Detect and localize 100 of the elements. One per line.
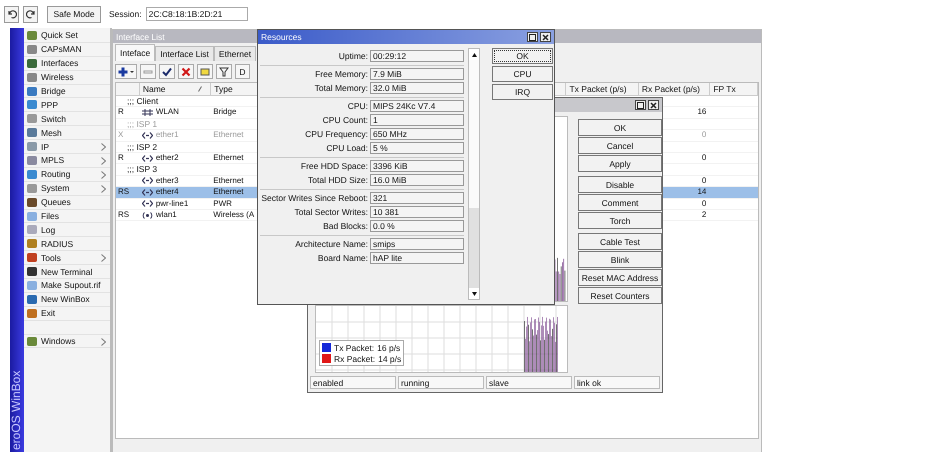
safe-mode-button[interactable]: Safe Mode <box>47 6 101 22</box>
field-label: Total Memory: <box>314 83 368 93</box>
dialog-button[interactable]: CPU <box>492 66 553 82</box>
value-field: 16.0 MiB <box>370 174 464 186</box>
sidebar-item[interactable]: System <box>24 182 110 196</box>
action-button[interactable]: Comment <box>578 194 662 211</box>
sidebar-item[interactable]: PPP <box>24 98 110 112</box>
column-header[interactable]: Name <box>140 83 212 95</box>
value-field: 321 <box>370 192 464 204</box>
legend-value: 16 p/s <box>377 342 400 352</box>
field-label: Board Name: <box>316 253 368 263</box>
scrollbar[interactable] <box>468 48 480 300</box>
tab[interactable]: Interface List <box>155 46 214 61</box>
action-button[interactable]: OK <box>578 119 662 136</box>
maximize-icon <box>529 34 536 40</box>
dialog-button[interactable]: OK <box>492 48 553 64</box>
status-field: enabled <box>310 376 396 389</box>
status-field: slave <box>486 376 572 389</box>
sidebar-item[interactable]: Switch <box>24 112 110 126</box>
action-button[interactable]: Cancel <box>578 137 662 154</box>
redo-button[interactable] <box>23 6 38 22</box>
filter-button[interactable] <box>216 64 232 79</box>
sidebar-item[interactable]: IP <box>24 140 110 154</box>
sidebar-item[interactable]: Bridge <box>24 84 110 98</box>
sort-icon <box>198 86 202 92</box>
rx-packet-cell-text: 16 <box>696 107 708 118</box>
column-header[interactable]: FP Tx <box>710 83 758 95</box>
action-button[interactable]: Reset Counters <box>578 287 662 304</box>
column-header[interactable]: Rx Packet (p/s) <box>638 83 710 95</box>
action-button[interactable]: Disable <box>578 176 662 193</box>
toolbar-button[interactable]: D <box>235 64 250 79</box>
sidebar-item[interactable]: Files <box>24 210 110 224</box>
action-button[interactable]: Apply <box>578 155 662 172</box>
maximize-button[interactable] <box>527 32 538 42</box>
sidebar-item[interactable]: Queues <box>24 196 110 210</box>
name-cell: ether2 <box>140 152 212 164</box>
sidebar-item[interactable]: RADIUS <box>24 237 110 252</box>
sidebar-item[interactable]: Exit <box>24 306 110 321</box>
sidebar-item[interactable]: MPLS <box>24 154 110 168</box>
session-field[interactable]: 2C:C8:18:1B:2D:21 <box>146 7 248 21</box>
comment-button[interactable] <box>197 64 213 79</box>
rx-packet-cell-text: 0 <box>700 130 708 141</box>
value-field: smips <box>370 238 464 250</box>
sidebar-item[interactable]: New WinBox <box>24 292 110 307</box>
type-cell: PWR <box>213 198 232 209</box>
undo-button[interactable] <box>4 6 19 22</box>
add-button[interactable] <box>115 64 137 79</box>
value-field: 0.0 % <box>370 220 464 232</box>
name-cell: wlan1 <box>140 210 212 220</box>
tab[interactable]: Inteface <box>115 44 156 61</box>
tab[interactable]: Ethernet <box>214 46 256 61</box>
filter-icon <box>219 66 229 76</box>
sidebar-item[interactable]: Interfaces <box>24 56 110 71</box>
close-button[interactable] <box>648 100 659 110</box>
value-field: 10 381 <box>370 206 464 218</box>
scroll-down-button[interactable] <box>469 288 479 299</box>
sidebar-item[interactable]: Quick Set <box>24 29 110 43</box>
rx-packet-cell-text: 2 <box>700 210 708 220</box>
type-cell: Wireless (A <box>213 210 254 220</box>
value-field: 5 % <box>370 142 464 154</box>
status-field: running <box>398 376 484 389</box>
comment-text: ;;; ISP 1 <box>126 118 158 130</box>
sidebar-item[interactable]: Tools <box>24 251 110 266</box>
cross-icon <box>181 66 191 76</box>
action-button[interactable]: Torch <box>578 212 662 229</box>
dialog-button[interactable]: IRQ <box>492 84 553 100</box>
sidebar-item[interactable]: CAPsMAN <box>24 42 110 57</box>
maximize-icon <box>637 102 644 108</box>
sidebar-item[interactable]: Windows <box>24 334 110 348</box>
sidebar-item[interactable]: Mesh <box>24 126 110 140</box>
enable-button[interactable] <box>159 64 175 79</box>
legend-label: Tx Packet: <box>334 342 374 352</box>
column-header[interactable]: Tx Packet (p/s) <box>566 83 639 95</box>
name-cell: WLAN <box>140 107 212 118</box>
close-button[interactable] <box>540 32 551 42</box>
rx-packet-cell-text: 0 <box>700 198 708 209</box>
close-icon <box>650 102 657 108</box>
action-button[interactable]: Cable Test <box>578 233 662 250</box>
sidebar-item[interactable]: Make Supout.rif <box>24 279 110 293</box>
legend-label: Rx Packet: <box>334 354 376 364</box>
field-label: Uptime: <box>338 51 368 61</box>
comment-text: ;;; Client <box>126 96 158 106</box>
sidebar-item[interactable]: Routing <box>24 168 110 182</box>
rx-packet-cell-text: 14 <box>696 187 708 198</box>
sidebar-item[interactable]: Wireless <box>24 70 110 85</box>
type-cell: Ethernet <box>213 176 244 186</box>
value-field: 00:29:12 <box>370 50 464 62</box>
action-button[interactable]: Reset MAC Address <box>578 269 662 286</box>
maximize-button[interactable] <box>635 100 646 110</box>
scroll-up-button[interactable] <box>469 49 479 60</box>
disable-button[interactable] <box>178 64 194 79</box>
redo-icon <box>26 9 36 19</box>
sidebar-item[interactable]: Log <box>24 223 110 238</box>
action-button[interactable]: Blink <box>578 251 662 268</box>
sidebar-item[interactable]: New Terminal <box>24 265 110 280</box>
type-cell: Ethernet <box>213 187 244 198</box>
bridge-icon <box>142 109 153 116</box>
comment-text: ;;; ISP 3 <box>126 164 158 175</box>
field-label: Architecture Name: <box>294 239 368 249</box>
comment-text: ;;; ISP 2 <box>126 142 158 152</box>
